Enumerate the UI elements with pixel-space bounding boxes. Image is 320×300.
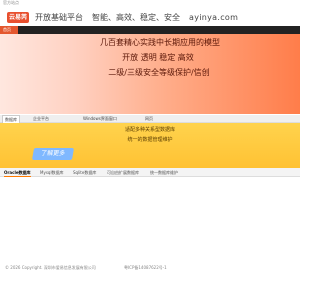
tab-database[interactable]: 数据库 <box>2 115 20 123</box>
feature-tab-bar: 数据库 企业平台 Windows界面窗口 网页 <box>0 115 300 123</box>
slogan-values: 智能、高效、稳定、安全 <box>92 13 180 22</box>
brand-logo[interactable]: 云易芮 <box>7 12 29 23</box>
nav-tab-home[interactable]: 首页 <box>0 26 18 34</box>
panel-text-1: 适配多种关系型数据库 <box>124 127 175 133</box>
tab-windows-ui[interactable]: Windows界面窗口 <box>83 115 117 123</box>
panel-text-2: 统一的数据管理维护 <box>127 137 173 143</box>
database-feature-panel: 适配多种关系型数据库 统一的数据管理维护 了解更多 <box>0 123 300 168</box>
tab-sqlite[interactable]: Sqlite数据库 <box>73 169 96 176</box>
tab-mysql[interactable]: Mysql数据库 <box>40 169 64 176</box>
primary-nav-bar: 首页 <box>0 26 300 34</box>
hero-line-2: 开放 透明 稳定 高效 <box>122 53 194 62</box>
learn-more-button[interactable]: 了解更多 <box>31 148 75 160</box>
tab-oracle[interactable]: Oracle数据库 <box>4 169 31 177</box>
page-footer: © 2026 Copyright. 深圳市爱易信息发展有限公司 粤ICP备140… <box>0 264 300 272</box>
tab-enterprise-platform[interactable]: 企业平台 <box>33 115 49 123</box>
hero-line-1: 几百套精心实践中长期应用的模型 <box>100 38 220 47</box>
tab-unified-maintenance[interactable]: 统一数据库维护 <box>150 169 178 176</box>
hero-banner: 几百套精心实践中长期应用的模型 开放 透明 稳定 高效 二级/三级安全等级保护/… <box>0 34 300 114</box>
tab-extensible-db[interactable]: 可自由扩展数据库 <box>107 169 139 176</box>
database-type-tab-bar: Oracle数据库 Mysql数据库 Sqlite数据库 可自由扩展数据库 统一… <box>0 168 300 177</box>
hero-line-3: 二级/三级安全等级保护/信创 <box>108 68 210 77</box>
tab-web[interactable]: 网页 <box>145 115 153 123</box>
header-slogan: 开放基础平台 智能、高效、稳定、安全 ayinya.com <box>35 12 238 23</box>
site-domain: ayinya.com <box>189 13 239 22</box>
footer-copyright: © 2026 Copyright. 深圳市爱易信息发展有限公司 <box>5 265 96 270</box>
footer-icp-link[interactable]: 粤ICP备14087622号-1 <box>124 264 167 272</box>
slogan-main: 开放基础平台 <box>35 13 83 22</box>
